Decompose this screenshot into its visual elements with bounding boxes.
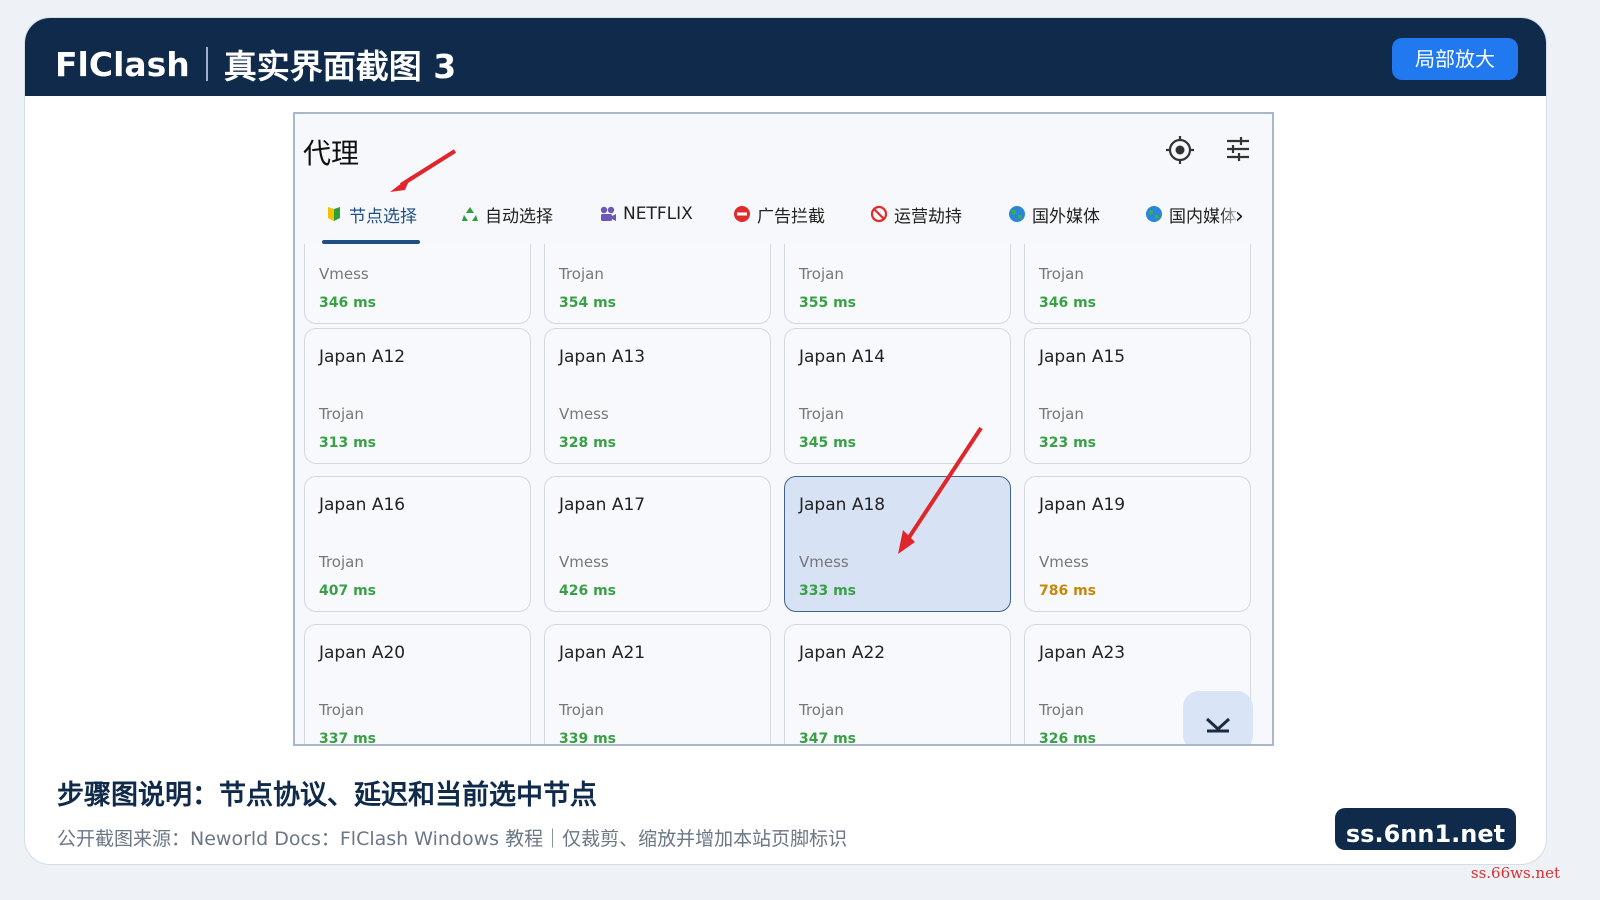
- chevron-right-icon[interactable]: ›: [1235, 204, 1244, 229]
- node-delay: 313 ms: [319, 435, 377, 451]
- tab-node-select[interactable]: 节点选择: [325, 192, 417, 236]
- node-card[interactable]: Japan A22 Trojan 347 ms: [784, 624, 1011, 746]
- node-card[interactable]: Vmess 346 ms: [304, 244, 531, 324]
- tab-label: NETFLIX: [623, 204, 693, 224]
- node-protocol: Trojan: [1039, 701, 1084, 719]
- header-bar: FlClash 真实界面截图 3 局部放大: [25, 18, 1546, 96]
- node-name: Japan A14: [799, 347, 886, 367]
- header-title: FlClash 真实界面截图 3: [55, 40, 456, 88]
- node-protocol: Trojan: [559, 265, 604, 283]
- node-name: Japan A22: [799, 643, 886, 663]
- node-delay: 337 ms: [319, 731, 377, 746]
- globe-icon: [1146, 206, 1162, 222]
- caption-source: 公开截图来源：Neworld Docs：FlClash Windows 教程｜仅…: [57, 828, 848, 850]
- group-tabs: 节点选择 自动选择 NETFLIX 广告拦截 运营劫持 国外媒体 国内媒体: [295, 192, 1272, 242]
- node-card[interactable]: Japan A13 Vmess 328 ms: [544, 328, 771, 464]
- node-delay: 346 ms: [319, 295, 377, 311]
- node-card-selected[interactable]: Japan A18 Vmess 333 ms: [784, 476, 1011, 612]
- site-badge[interactable]: ss.6nn1.net: [1335, 808, 1516, 850]
- node-delay: 786 ms: [1039, 583, 1097, 599]
- film-projector-icon: [600, 206, 616, 221]
- node-card[interactable]: Japan A16 Trojan 407 ms: [304, 476, 531, 612]
- node-delay: 354 ms: [559, 295, 617, 311]
- tab-netflix[interactable]: NETFLIX: [599, 192, 693, 236]
- node-name: Japan A18: [799, 495, 886, 515]
- node-delay: 426 ms: [559, 583, 617, 599]
- node-protocol: Trojan: [1039, 265, 1084, 283]
- node-delay: 345 ms: [799, 435, 857, 451]
- node-delay: 326 ms: [1039, 731, 1097, 746]
- crosshair-icon[interactable]: [1165, 135, 1195, 165]
- node-delay: 333 ms: [799, 583, 857, 599]
- tab-label: 国外媒体: [1032, 206, 1100, 227]
- node-protocol: Trojan: [319, 701, 364, 719]
- watermark: ss.66ws.net: [1470, 864, 1560, 882]
- arrow-to-tab: [390, 149, 457, 192]
- tab-ad-block[interactable]: 广告拦截: [733, 192, 825, 236]
- node-card[interactable]: Japan A15 Trojan 323 ms: [1024, 328, 1251, 464]
- header-subtitle: 真实界面截图 3: [223, 47, 457, 86]
- tab-label: 广告拦截: [757, 206, 825, 227]
- node-card[interactable]: Trojan 346 ms: [1024, 244, 1251, 324]
- tab-label: 自动选择: [485, 206, 553, 227]
- node-protocol: Vmess: [559, 553, 609, 571]
- node-protocol: Trojan: [799, 265, 844, 283]
- prohibited-icon: [870, 205, 888, 223]
- node-name: Japan A19: [1039, 495, 1126, 515]
- tab-isp-hijack[interactable]: 运营劫持: [870, 192, 962, 236]
- node-name: Japan A13: [559, 347, 646, 367]
- node-delay: 323 ms: [1039, 435, 1097, 451]
- node-name: Japan A20: [319, 643, 406, 663]
- node-protocol: Trojan: [1039, 405, 1084, 423]
- recycle-icon: [462, 207, 478, 221]
- node-card[interactable]: Trojan 354 ms: [544, 244, 771, 324]
- app-screenshot: 代理 节点选择 自动选择 NETFLIX 广告拦截 运营劫持 国外媒体 国内媒体…: [293, 112, 1274, 746]
- caption-title: 步骤图说明：节点协议、延迟和当前选中节点: [57, 780, 597, 811]
- node-delay: 407 ms: [319, 583, 377, 599]
- globe-icon: [1009, 206, 1025, 222]
- node-protocol: Vmess: [799, 553, 849, 571]
- title-divider: [205, 47, 208, 81]
- page-title: 代理: [303, 137, 360, 170]
- node-card[interactable]: Trojan 355 ms: [784, 244, 1011, 324]
- node-delay: 328 ms: [559, 435, 617, 451]
- node-protocol: Vmess: [319, 265, 369, 283]
- node-protocol: Vmess: [559, 405, 609, 423]
- node-card[interactable]: Japan A12 Trojan 313 ms: [304, 328, 531, 464]
- node-protocol: Trojan: [799, 405, 844, 423]
- node-card[interactable]: Japan A14 Trojan 345 ms: [784, 328, 1011, 464]
- no-entry-icon: [734, 206, 750, 222]
- node-card[interactable]: Japan A21 Trojan 339 ms: [544, 624, 771, 746]
- node-protocol: Trojan: [799, 701, 844, 719]
- node-delay: 347 ms: [799, 731, 857, 746]
- node-delay: 355 ms: [799, 295, 857, 311]
- node-card[interactable]: Japan A17 Vmess 426 ms: [544, 476, 771, 612]
- brand-name: FlClash: [55, 44, 190, 84]
- node-delay: 339 ms: [559, 731, 617, 746]
- tab-label: 节点选择: [349, 206, 417, 227]
- node-name: Japan A17: [559, 495, 646, 515]
- node-name: Japan A21: [559, 643, 646, 663]
- node-protocol: Trojan: [319, 405, 364, 423]
- node-delay: 346 ms: [1039, 295, 1097, 311]
- tab-foreign-media[interactable]: 国外媒体: [1008, 192, 1100, 236]
- node-name: Japan A16: [319, 495, 406, 515]
- node-name: Japan A23: [1039, 643, 1126, 663]
- scroll-to-bottom-button[interactable]: [1183, 691, 1253, 744]
- tune-sliders-icon[interactable]: [1225, 136, 1251, 162]
- beginner-shield-icon: [328, 207, 340, 221]
- tab-auto-select[interactable]: 自动选择: [461, 192, 553, 236]
- scroll-to-bottom-icon: [1205, 717, 1231, 733]
- tab-label: 运营劫持: [894, 206, 962, 227]
- zoom-button[interactable]: 局部放大: [1392, 38, 1518, 80]
- node-card[interactable]: Japan A20 Trojan 337 ms: [304, 624, 531, 746]
- node-protocol: Trojan: [559, 701, 604, 719]
- node-name: Japan A15: [1039, 347, 1126, 367]
- node-protocol: Trojan: [319, 553, 364, 571]
- node-card[interactable]: Japan A19 Vmess 786 ms: [1024, 476, 1251, 612]
- node-protocol: Vmess: [1039, 553, 1089, 571]
- node-grid: Vmess 346 ms Trojan 354 ms Trojan 355 ms…: [295, 244, 1272, 746]
- node-name: Japan A12: [319, 347, 406, 367]
